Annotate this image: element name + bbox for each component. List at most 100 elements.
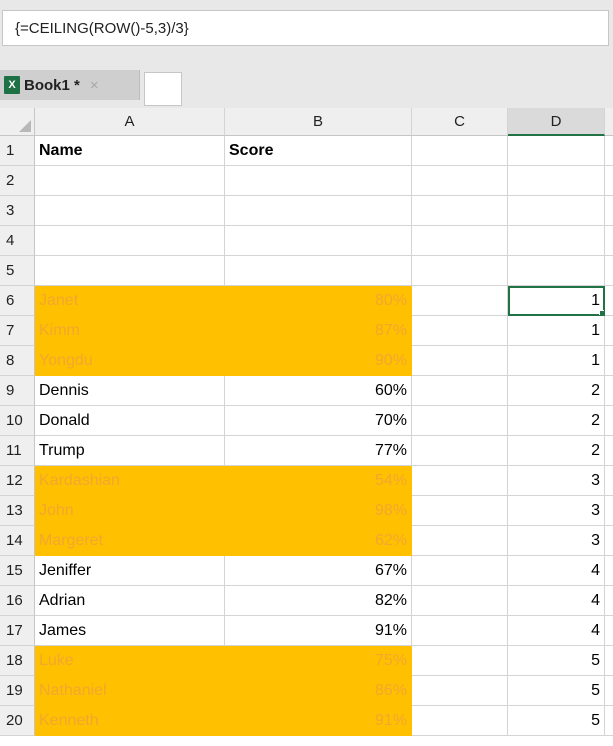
cell-e[interactable] [605, 466, 613, 496]
cell-a[interactable]: Nathaniel [35, 676, 225, 706]
cell-a[interactable] [35, 226, 225, 256]
cell-c[interactable] [412, 166, 508, 196]
cell-e[interactable] [605, 556, 613, 586]
cell-e[interactable] [605, 586, 613, 616]
cell-d[interactable]: 2 [508, 376, 605, 406]
column-header-c[interactable]: C [412, 108, 508, 136]
cell-d[interactable]: 1 [508, 316, 605, 346]
cell-b[interactable]: Score [225, 136, 412, 166]
cell-b[interactable]: 54% [225, 466, 412, 496]
column-header-d[interactable]: D [508, 108, 605, 136]
cell-d[interactable] [508, 166, 605, 196]
cell-b[interactable]: 98% [225, 496, 412, 526]
close-icon[interactable]: × [90, 77, 99, 94]
cell-e[interactable] [605, 646, 613, 676]
cell-b[interactable] [225, 226, 412, 256]
cell-b[interactable]: 77% [225, 436, 412, 466]
cell-a[interactable]: Kardashian [35, 466, 225, 496]
row-header[interactable]: 19 [0, 676, 35, 706]
cell-b[interactable]: 80% [225, 286, 412, 316]
row-header[interactable]: 16 [0, 586, 35, 616]
cell-a[interactable]: Janet [35, 286, 225, 316]
column-header-e[interactable] [605, 108, 613, 136]
cell-b[interactable]: 60% [225, 376, 412, 406]
cell-e[interactable] [605, 286, 613, 316]
cell-b[interactable]: 87% [225, 316, 412, 346]
cell-a[interactable] [35, 256, 225, 286]
row-header[interactable]: 12 [0, 466, 35, 496]
cell-e[interactable] [605, 376, 613, 406]
cell-b[interactable]: 86% [225, 676, 412, 706]
cell-e[interactable] [605, 436, 613, 466]
cell-d[interactable]: 2 [508, 406, 605, 436]
cell-b[interactable]: 90% [225, 346, 412, 376]
cell-d[interactable]: 3 [508, 526, 605, 556]
cell-a[interactable]: Kenneth [35, 706, 225, 736]
tab-book1[interactable]: X Book1 * × [0, 70, 140, 100]
row-header[interactable]: 3 [0, 196, 35, 226]
cell-c[interactable] [412, 136, 508, 166]
cell-c[interactable] [412, 646, 508, 676]
column-header-a[interactable]: A [35, 108, 225, 136]
row-header[interactable]: 7 [0, 316, 35, 346]
cell-c[interactable] [412, 676, 508, 706]
cell-e[interactable] [605, 406, 613, 436]
cell-c[interactable] [412, 466, 508, 496]
cell-a[interactable]: Kimm [35, 316, 225, 346]
cell-d[interactable]: 5 [508, 706, 605, 736]
cell-b[interactable]: 70% [225, 406, 412, 436]
row-header[interactable]: 5 [0, 256, 35, 286]
cell-b[interactable]: 82% [225, 586, 412, 616]
cell-e[interactable] [605, 166, 613, 196]
cell-a[interactable]: Margeret [35, 526, 225, 556]
cell-b[interactable] [225, 256, 412, 286]
cell-d[interactable] [508, 226, 605, 256]
cell-b[interactable]: 67% [225, 556, 412, 586]
cell-d[interactable]: 1 [508, 346, 605, 376]
row-header[interactable]: 4 [0, 226, 35, 256]
cell-c[interactable] [412, 286, 508, 316]
cell-d[interactable] [508, 196, 605, 226]
cell-e[interactable] [605, 316, 613, 346]
cell-c[interactable] [412, 196, 508, 226]
cell-e[interactable] [605, 196, 613, 226]
select-all-corner[interactable] [0, 108, 35, 136]
row-header[interactable]: 13 [0, 496, 35, 526]
row-header[interactable]: 11 [0, 436, 35, 466]
row-header[interactable]: 17 [0, 616, 35, 646]
row-header[interactable]: 9 [0, 376, 35, 406]
cell-a[interactable]: Trump [35, 436, 225, 466]
row-header[interactable]: 14 [0, 526, 35, 556]
cell-a[interactable]: Jeniffer [35, 556, 225, 586]
cell-c[interactable] [412, 616, 508, 646]
cell-b[interactable]: 75% [225, 646, 412, 676]
cell-e[interactable] [605, 256, 613, 286]
cell-c[interactable] [412, 376, 508, 406]
cell-d[interactable]: 3 [508, 466, 605, 496]
row-header[interactable]: 15 [0, 556, 35, 586]
cell-b[interactable]: 62% [225, 526, 412, 556]
cell-d[interactable]: 4 [508, 616, 605, 646]
cell-a[interactable]: Luke [35, 646, 225, 676]
cell-d[interactable]: 4 [508, 556, 605, 586]
cell-a[interactable]: John [35, 496, 225, 526]
cell-a[interactable] [35, 166, 225, 196]
cell-e[interactable] [605, 706, 613, 736]
cell-c[interactable] [412, 256, 508, 286]
cell-d[interactable]: 2 [508, 436, 605, 466]
new-tab-button[interactable] [144, 72, 182, 106]
column-header-b[interactable]: B [225, 108, 412, 136]
cell-d[interactable] [508, 256, 605, 286]
selected-cell-d[interactable]: 1 [508, 286, 605, 316]
cell-e[interactable] [605, 136, 613, 166]
cell-a[interactable]: Donald [35, 406, 225, 436]
cell-e[interactable] [605, 676, 613, 706]
formula-bar[interactable]: {=CEILING(ROW()-5,3)/3} [2, 10, 609, 46]
cell-c[interactable] [412, 436, 508, 466]
cell-e[interactable] [605, 526, 613, 556]
row-header[interactable]: 1 [0, 136, 35, 166]
cell-c[interactable] [412, 406, 508, 436]
cell-c[interactable] [412, 556, 508, 586]
cell-b[interactable]: 91% [225, 706, 412, 736]
cell-a[interactable] [35, 196, 225, 226]
